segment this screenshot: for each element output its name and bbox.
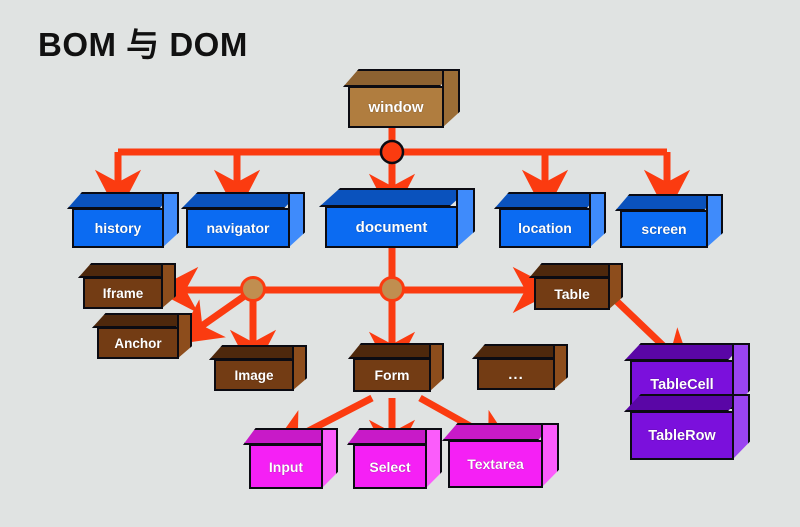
node-iframe-label: Iframe [102, 285, 144, 301]
node-ellipsis[interactable]: ... [472, 344, 568, 390]
node-ellipsis-label: ... [508, 365, 524, 383]
node-ellipsis-face: ... [477, 358, 555, 390]
node-table-face: Table [534, 277, 610, 310]
diagram-canvas: BOM 与 DOM window history navigator docum… [0, 0, 800, 527]
node-table-top [529, 263, 620, 278]
node-navigator-top [181, 192, 300, 209]
node-screen-face: screen [620, 210, 708, 248]
node-history-face: history [72, 208, 164, 248]
node-location[interactable]: location [494, 192, 606, 248]
node-select[interactable]: Select [347, 428, 442, 489]
node-screen-label: screen [641, 221, 687, 237]
node-input-label: Input [268, 458, 304, 475]
node-window-top [343, 69, 455, 87]
node-input[interactable]: Input [243, 428, 338, 489]
node-location-label: location [518, 220, 572, 236]
node-document-top [319, 188, 470, 207]
node-navigator-label: navigator [206, 220, 270, 236]
node-tablerow-label: TableRow [648, 427, 716, 444]
node-textarea-top [442, 423, 553, 441]
node-screen-top [615, 194, 718, 211]
node-form[interactable]: Form [348, 343, 444, 392]
node-input-face: Input [249, 444, 323, 489]
node-tablecell-top [624, 343, 744, 361]
node-document-label: document [355, 218, 428, 236]
node-table[interactable]: Table [529, 263, 623, 310]
node-table-label: Table [554, 285, 590, 302]
node-image-face: Image [214, 359, 294, 391]
node-image-top [209, 345, 304, 360]
node-iframe-face: Iframe [83, 277, 163, 309]
node-navigator[interactable]: navigator [181, 192, 305, 248]
node-textarea[interactable]: Textarea [442, 423, 559, 488]
node-history[interactable]: history [67, 192, 179, 248]
node-location-face: location [499, 208, 591, 248]
node-tablerow[interactable]: TableRow [624, 394, 750, 460]
node-history-label: history [94, 220, 142, 236]
node-textarea-face: Textarea [448, 440, 543, 488]
node-navigator-face: navigator [186, 208, 290, 248]
node-textarea-label: Textarea [467, 456, 524, 472]
node-location-top [494, 192, 601, 209]
node-form-face: Form [353, 358, 431, 392]
node-tablerow-face: TableRow [630, 411, 734, 460]
node-select-label: Select [369, 458, 411, 475]
document-junction [379, 276, 405, 302]
node-input-top [243, 428, 333, 445]
dom-branch-junction [240, 276, 266, 302]
node-history-top [67, 192, 174, 209]
node-form-label: Form [374, 367, 410, 383]
node-screen[interactable]: screen [615, 194, 723, 248]
node-iframe-top [78, 263, 173, 278]
node-iframe[interactable]: Iframe [78, 263, 176, 309]
node-select-top [347, 428, 437, 445]
node-window-face: window [348, 86, 444, 128]
node-window-label: window [368, 98, 424, 116]
node-ellipsis-top [472, 344, 565, 359]
node-select-face: Select [353, 444, 427, 489]
window-junction [379, 139, 405, 165]
node-tablecell-label: TableCell [650, 376, 714, 393]
node-anchor-top [92, 313, 189, 328]
node-window[interactable]: window [343, 69, 460, 128]
node-image-label: Image [234, 367, 274, 383]
node-tablerow-top [624, 394, 744, 412]
node-document-face: document [325, 206, 458, 248]
node-anchor-face: Anchor [97, 327, 179, 359]
node-document[interactable]: document [319, 188, 475, 248]
node-image[interactable]: Image [209, 345, 307, 391]
node-form-top [348, 343, 441, 359]
node-anchor-label: Anchor [114, 335, 162, 351]
node-anchor[interactable]: Anchor [92, 313, 192, 359]
